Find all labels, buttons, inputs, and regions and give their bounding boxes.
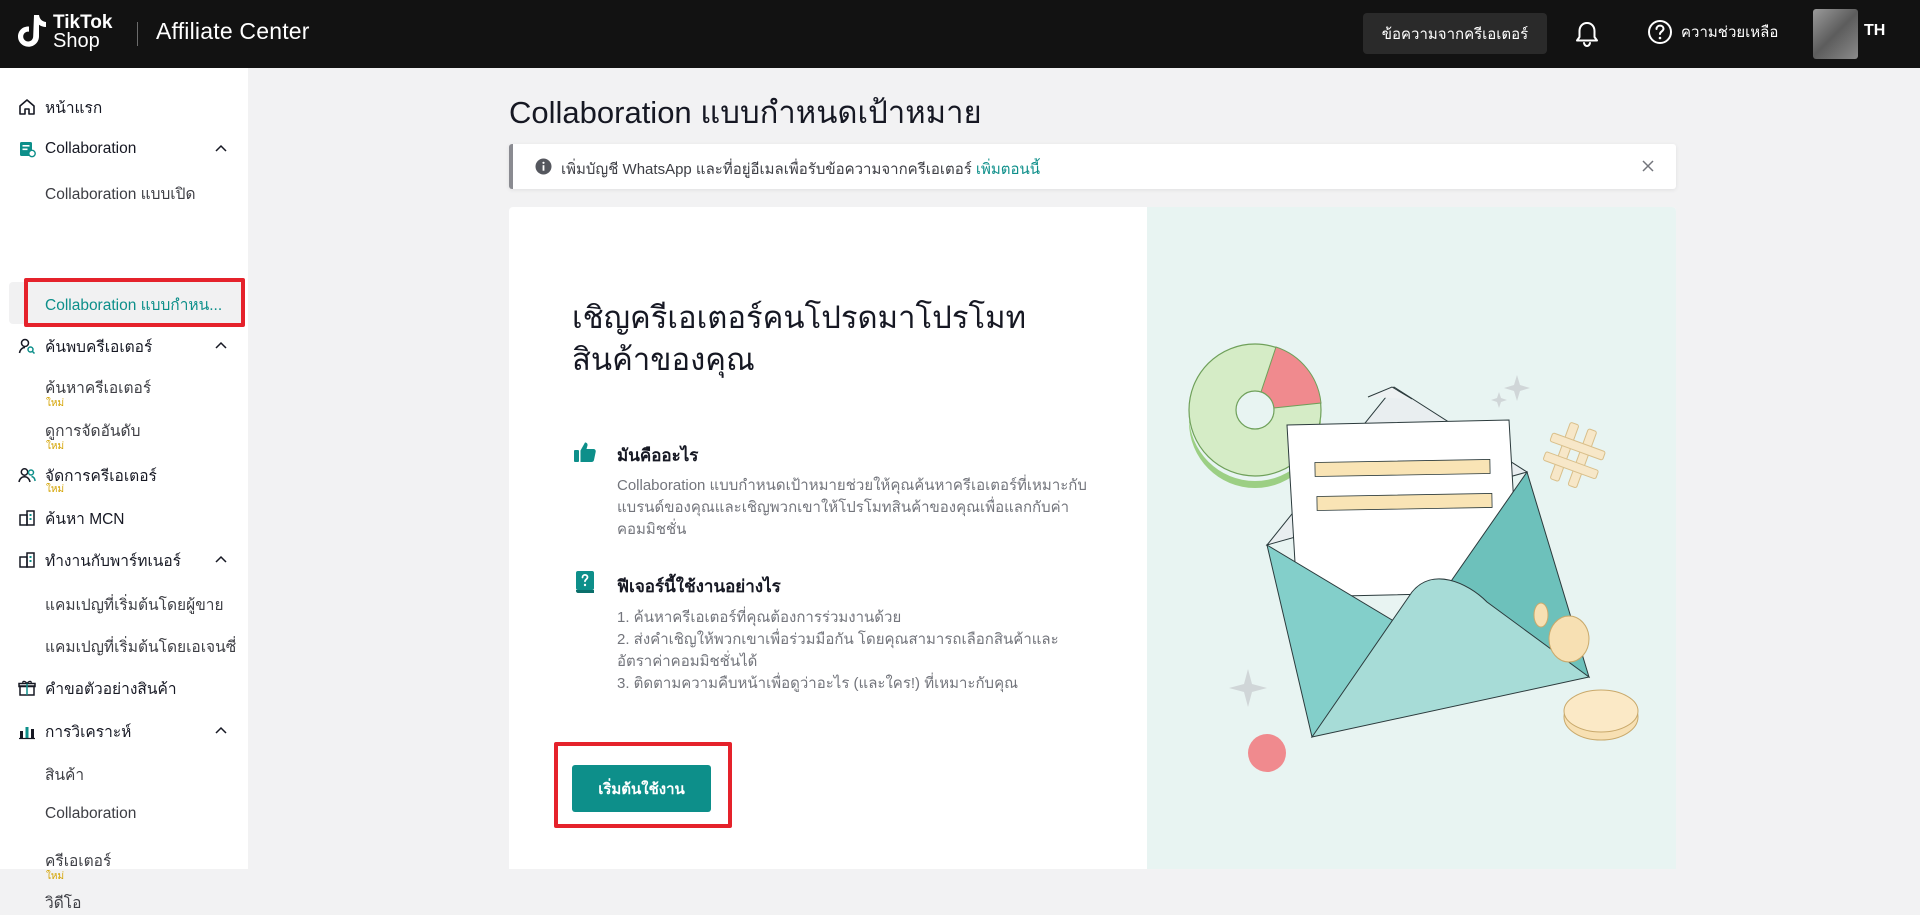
sidebar-item-manage-creators[interactable]: จัดการครีเอเตอร์	[0, 464, 248, 486]
help-circle-icon	[1648, 20, 1672, 44]
what-is-it-body: Collaboration แบบกำหนดเป้าหมายช่วยให้คุณ…	[617, 477, 1087, 538]
close-icon[interactable]	[1640, 158, 1656, 174]
alert-text: เพิ่มบัญชี WhatsApp และที่อยู่อีเมลเพื่อ…	[561, 157, 1040, 181]
thumbs-up-icon	[574, 442, 596, 462]
intro-headline: เชิญครีเอเตอร์คนโปรดมาโปรโมทสินค้าของคุณ	[572, 300, 1027, 377]
info-icon	[535, 158, 552, 175]
new-badge: ใหม่	[46, 398, 65, 409]
sidebar-item-collaboration[interactable]: Collaboration	[0, 138, 248, 160]
sidebar-item-open-collaboration[interactable]: Collaboration แบบเปิด	[45, 181, 196, 206]
tiktok-logo-icon	[18, 15, 46, 47]
how-it-works-title: ฟีเจอร์นี้ใช้งานอย่างไร	[617, 577, 781, 596]
help-link[interactable]: ความช่วยเหลือ	[1647, 19, 1778, 45]
sidebar-item-analytics-collaboration[interactable]: Collaboration	[45, 805, 136, 823]
sidebar-item-partner-work[interactable]: ทำงานกับพาร์ทเนอร์	[0, 549, 248, 571]
sidebar-item-label: คำขอตัวอย่างสินค้า	[45, 680, 177, 698]
avatar[interactable]	[1813, 9, 1858, 59]
sidebar-item-label: การวิเคราะห์	[45, 723, 132, 741]
new-badge: ใหม่	[46, 484, 65, 495]
highlight-box-sidebar	[24, 278, 245, 327]
logo-line-shop: Shop	[53, 30, 100, 52]
sidebar-item-seller-campaigns[interactable]: แคมเปญที่เริ่มต้นโดยผู้ขาย	[45, 592, 224, 617]
sidebar-item-label: Collaboration	[45, 140, 137, 157]
app-title: Affiliate Center	[156, 18, 310, 44]
step-3: 3. ติดตามความคืบหน้าเพื่อดูว่าอะไร (และใ…	[617, 675, 1019, 692]
creator-messages-button[interactable]: ข้อความจากครีเอเตอร์	[1363, 13, 1547, 54]
sidebar-item-label: ค้นหา MCN	[45, 510, 125, 528]
sidebar-item-sample-requests[interactable]: คำขอตัวอย่างสินค้า	[0, 677, 248, 699]
page-title: Collaboration แบบกำหนดเป้าหมาย	[509, 95, 982, 130]
sidebar-item-discover-creators[interactable]: ค้นพบครีเอเตอร์	[0, 335, 248, 357]
sidebar-item-label: ค้นพบครีเอเตอร์	[45, 338, 153, 356]
help-label: ความช่วยเหลือ	[1681, 24, 1779, 41]
highlight-box-get-started	[554, 742, 732, 828]
sidebar-item-analytics[interactable]: การวิเคราะห์	[0, 720, 248, 742]
sidebar-item-home[interactable]: หน้าแรก	[0, 96, 248, 118]
user-search-icon	[18, 338, 36, 355]
gift-icon	[18, 680, 36, 696]
logo-text: TikTok Shop	[53, 13, 112, 52]
new-badge: ใหม่	[46, 441, 65, 452]
chevron-up-icon[interactable]	[214, 724, 228, 738]
users-icon	[18, 468, 36, 483]
logo-divider	[137, 22, 138, 46]
add-now-link[interactable]: เพิ่มตอนนี้	[976, 161, 1040, 178]
whatsapp-alert-banner: เพิ่มบัญชี WhatsApp และที่อยู่อีเมลเพื่อ…	[509, 144, 1676, 189]
sidebar-item-label: ทำงานกับพาร์ทเนอร์	[45, 552, 182, 570]
collaboration-icon	[20, 142, 36, 158]
envelope-illustration	[1188, 343, 1639, 772]
chevron-up-icon[interactable]	[214, 142, 228, 156]
new-badge: ใหม่	[46, 871, 65, 882]
building-icon	[19, 510, 35, 526]
bell-icon[interactable]	[1574, 20, 1600, 48]
home-icon	[19, 99, 35, 115]
tiktok-shop-logo[interactable]: TikTok Shop	[17, 12, 112, 52]
bar-chart-icon	[19, 727, 35, 740]
question-book-icon	[576, 571, 594, 593]
sidebar-item-find-mcn[interactable]: ค้นหา MCN	[0, 507, 248, 529]
sidebar-item-analytics-videos[interactable]: วิดีโอ	[45, 890, 81, 915]
sidebar-item-agency-campaigns[interactable]: แคมเปญที่เริ่มต้นโดยเอเจนซี่	[45, 634, 236, 659]
sidebar-item-analytics-products[interactable]: สินค้า	[45, 762, 84, 787]
chevron-up-icon[interactable]	[214, 339, 228, 353]
chevron-up-icon[interactable]	[214, 553, 228, 567]
sidebar: หน้าแรก Collaboration Collaboration แบบเ…	[0, 68, 248, 912]
what-is-it-title: มันคืออะไร	[617, 446, 699, 465]
language-selector[interactable]: TH	[1864, 22, 1885, 40]
how-it-works-steps: 1. ค้นหาครีเอเตอร์ที่คุณต้องการร่วมงานด้…	[617, 607, 1087, 695]
building-icon	[19, 552, 35, 568]
sidebar-item-label: หน้าแรก	[45, 99, 103, 117]
step-1: 1. ค้นหาครีเอเตอร์ที่คุณต้องการร่วมงานด้…	[617, 609, 902, 626]
step-2: 2. ส่งคำเชิญให้พวกเขาเพื่อร่วมมือกัน โดย…	[617, 631, 1059, 670]
alert-message: เพิ่มบัญชี WhatsApp และที่อยู่อีเมลเพื่อ…	[561, 161, 972, 178]
top-bar: TikTok Shop Affiliate Center ข้อความจากค…	[0, 0, 1920, 68]
illustration-panel	[1147, 207, 1676, 869]
